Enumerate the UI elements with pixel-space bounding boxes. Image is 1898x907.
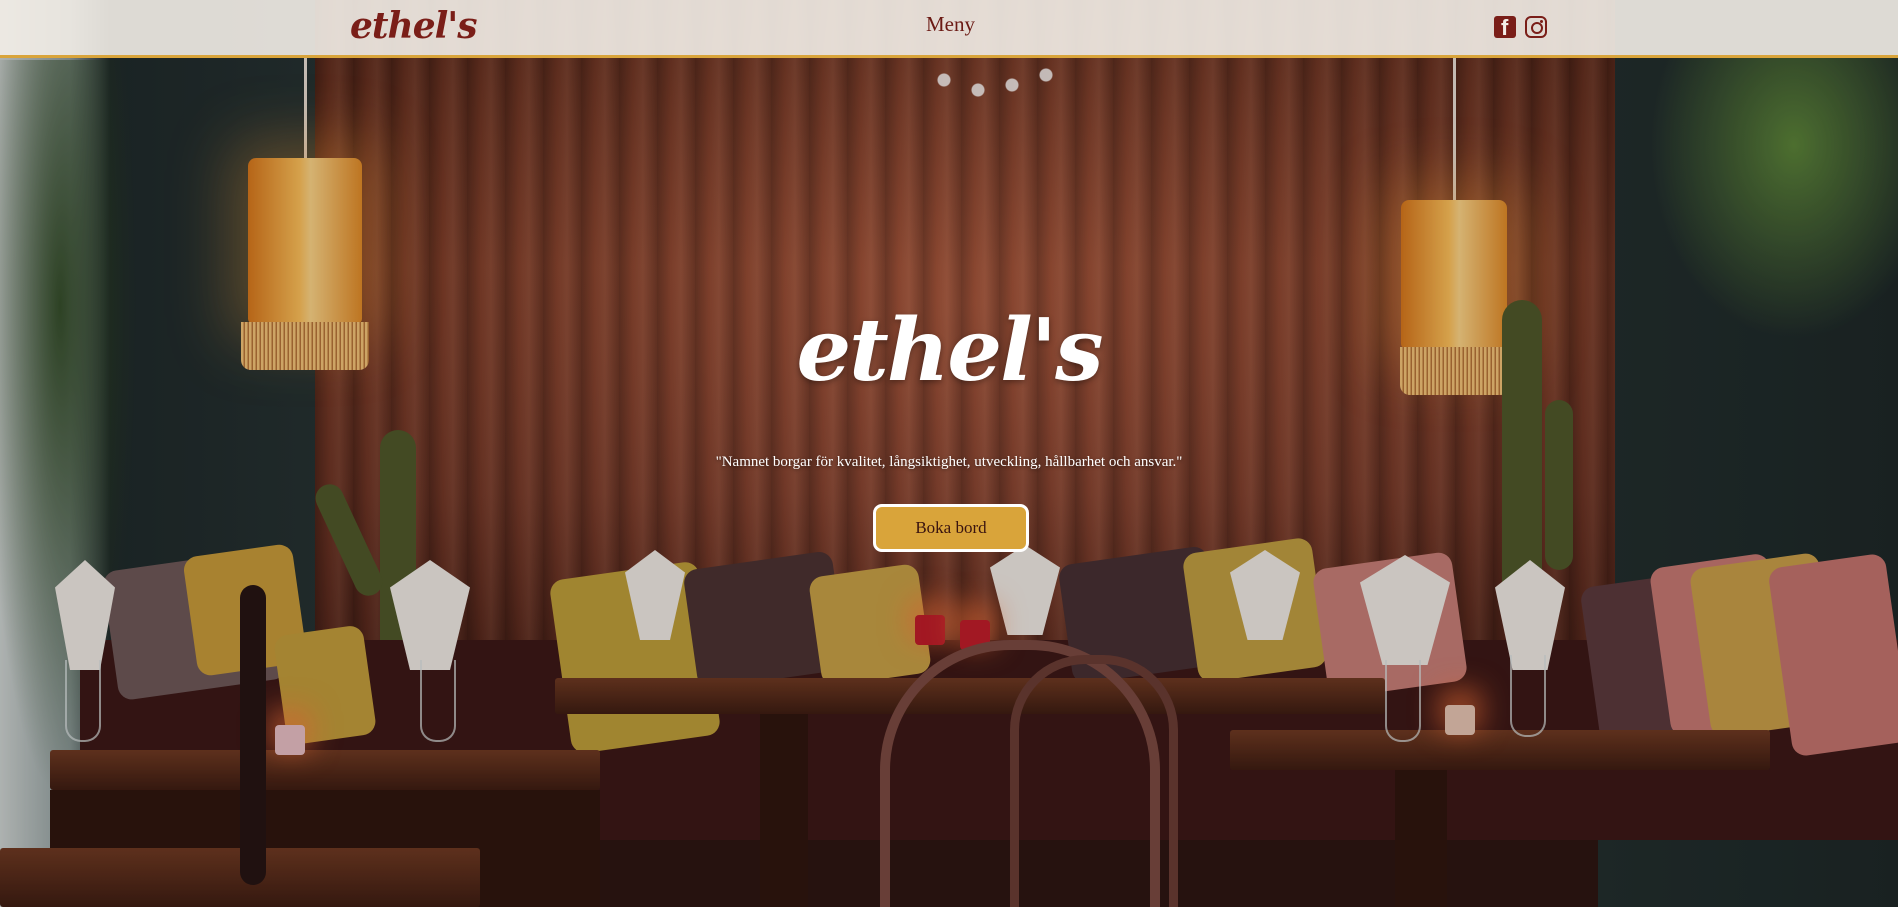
facebook-icon[interactable]: f: [1494, 15, 1516, 40]
site-header: ethel's Meny f: [0, 0, 1898, 58]
nav-menu-link[interactable]: Meny: [926, 12, 975, 37]
instagram-icon[interactable]: [1525, 16, 1547, 38]
hero-tagline: "Namnet borgar för kvalitet, långsiktigh…: [715, 454, 1183, 470]
book-table-button[interactable]: Boka bord: [873, 504, 1029, 552]
site-logo[interactable]: ethel's: [350, 4, 478, 48]
hero-title-logo: ethel's: [796, 300, 1103, 401]
